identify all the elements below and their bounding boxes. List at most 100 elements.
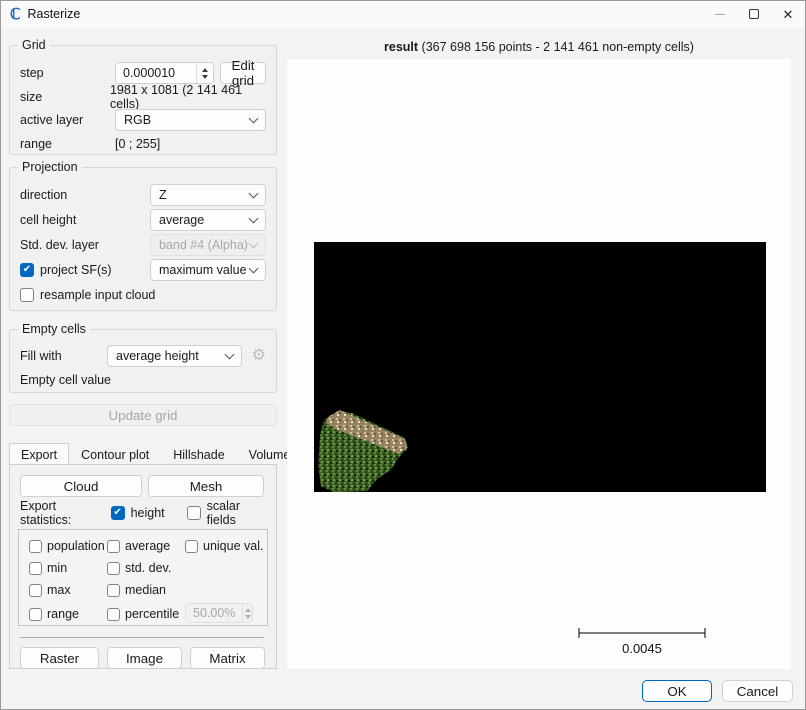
resample-input-cloud-checkbox[interactable] [20, 288, 34, 302]
minimize-button[interactable] [703, 1, 737, 27]
active-layer-dropdown[interactable]: RGB [115, 109, 266, 131]
cell-height-value: average [159, 213, 204, 227]
min-checkbox[interactable] [29, 562, 42, 575]
step-spinbox[interactable]: 0.000010 [115, 62, 214, 84]
spin-down-icon [245, 615, 251, 619]
spin-down-icon [202, 75, 208, 79]
project-sf-value: maximum value [159, 263, 247, 277]
std-dev-layer-value: band #4 (Alpha) [159, 238, 248, 252]
grid-group-title: Grid [18, 38, 50, 52]
check-icon: ✔ [113, 508, 121, 518]
resample-input-cloud-label: resample input cloud [40, 288, 155, 302]
unique-val-label: unique val. [203, 539, 263, 553]
percentile-spin-arrows [242, 604, 252, 622]
maximize-icon [749, 9, 759, 19]
result-header: result (367 698 156 points - 2 141 461 n… [287, 40, 791, 54]
fill-with-label: Fill with [20, 349, 107, 363]
chevron-down-icon [249, 114, 259, 124]
std-dev-label: std. dev. [125, 561, 171, 575]
std-dev-layer-dropdown: band #4 (Alpha) [150, 234, 266, 256]
minimize-icon [715, 14, 725, 15]
average-label: average [125, 539, 170, 553]
direction-label: direction [20, 188, 150, 202]
chevron-down-icon [249, 213, 259, 223]
range-label-stat: range [47, 607, 79, 621]
fill-with-value: average height [116, 349, 199, 363]
title-bar: ℂ Rasterize ✕ [1, 1, 805, 27]
cell-height-dropdown[interactable]: average [150, 209, 266, 231]
average-checkbox[interactable] [107, 540, 120, 553]
rasterize-dialog: { "window": { "title": "Rasterize", "ico… [0, 0, 806, 710]
tab-export[interactable]: Export [9, 443, 69, 465]
percentile-value: 50.00% [186, 606, 242, 620]
direction-dropdown[interactable]: Z [150, 184, 266, 206]
update-grid-button[interactable]: Update grid [9, 404, 277, 426]
step-value: 0.000010 [116, 66, 196, 80]
std-dev-checkbox[interactable] [107, 562, 120, 575]
tab-hillshade[interactable]: Hillshade [161, 444, 236, 465]
export-tab-pane: Cloud Mesh Export statistics: ✔ height s… [9, 464, 277, 669]
window-controls: ✕ [703, 1, 805, 27]
edit-grid-button[interactable]: Edit grid [220, 62, 266, 84]
size-label: size [20, 90, 110, 104]
export-statistics-label: Export statistics: [20, 499, 105, 527]
result-title: result [384, 40, 418, 54]
step-label: step [20, 66, 115, 80]
max-checkbox[interactable] [29, 584, 42, 597]
height-checkbox[interactable]: ✔ [111, 506, 125, 520]
chevron-down-icon [225, 349, 235, 359]
maximize-button[interactable] [737, 1, 771, 27]
empty-cell-value-label: Empty cell value [20, 373, 111, 387]
scale-bar [577, 626, 707, 640]
empty-cells-group-title: Empty cells [18, 322, 90, 336]
percentile-spinbox: 50.00% [185, 603, 253, 623]
min-label: min [47, 561, 67, 575]
chevron-down-icon [249, 188, 259, 198]
cloudcompare-logo-icon: ℂ [10, 7, 20, 22]
export-raster-button[interactable]: Raster [20, 647, 99, 669]
cell-height-label: cell height [20, 213, 150, 227]
statistics-frame: population average unique val. min std. … [18, 529, 268, 626]
fill-with-dropdown[interactable]: average height [107, 345, 242, 367]
projection-groupbox: Projection direction Z cell height avera… [9, 167, 277, 311]
export-matrix-button[interactable]: Matrix [190, 647, 265, 669]
export-image-button[interactable]: Image [107, 647, 182, 669]
ok-button[interactable]: OK [642, 680, 712, 702]
spin-up-icon [245, 608, 251, 612]
check-icon: ✔ [23, 265, 31, 275]
close-icon: ✕ [783, 8, 794, 21]
separator-line [20, 637, 264, 638]
direction-value: Z [159, 188, 167, 202]
scale-value: 0.0045 [577, 641, 707, 656]
project-sf-checkbox[interactable]: ✔ [20, 263, 34, 277]
chevron-down-icon [249, 263, 259, 273]
range-checkbox[interactable] [29, 608, 42, 621]
empty-cells-groupbox: Empty cells Fill with average height ⚙ E… [9, 329, 277, 393]
export-mesh-button[interactable]: Mesh [148, 475, 264, 497]
active-layer-label: active layer [20, 113, 115, 127]
percentile-checkbox[interactable] [107, 608, 120, 621]
export-cloud-button[interactable]: Cloud [20, 475, 142, 497]
grid-groupbox: Grid step 0.000010 Edit grid size 1981 x… [9, 45, 277, 155]
scalar-fields-label: scalar fields [207, 499, 268, 527]
population-checkbox[interactable] [29, 540, 42, 553]
median-checkbox[interactable] [107, 584, 120, 597]
tab-bar: Export Contour plot Hillshade Volume [9, 443, 302, 465]
result-stats: (367 698 156 points - 2 141 461 non-empt… [418, 40, 694, 54]
preview-panel: 0.0045 [287, 59, 791, 669]
scalar-fields-checkbox[interactable] [187, 506, 201, 520]
height-label: height [131, 506, 165, 520]
step-spin-arrows[interactable] [196, 63, 213, 83]
close-button[interactable]: ✕ [771, 1, 805, 27]
cancel-button[interactable]: Cancel [722, 680, 793, 702]
window-title: Rasterize [27, 7, 80, 21]
project-sf-dropdown[interactable]: maximum value [150, 259, 266, 281]
gear-icon: ⚙ [252, 348, 266, 364]
tab-contour-plot[interactable]: Contour plot [69, 444, 161, 465]
median-label: median [125, 583, 166, 597]
size-value: 1981 x 1081 (2 141 461 cells) [110, 83, 266, 111]
unique-val-checkbox[interactable] [185, 540, 198, 553]
point-cloud-viewport[interactable] [314, 242, 766, 492]
active-layer-value: RGB [124, 113, 151, 127]
std-dev-layer-label: Std. dev. layer [20, 238, 150, 252]
